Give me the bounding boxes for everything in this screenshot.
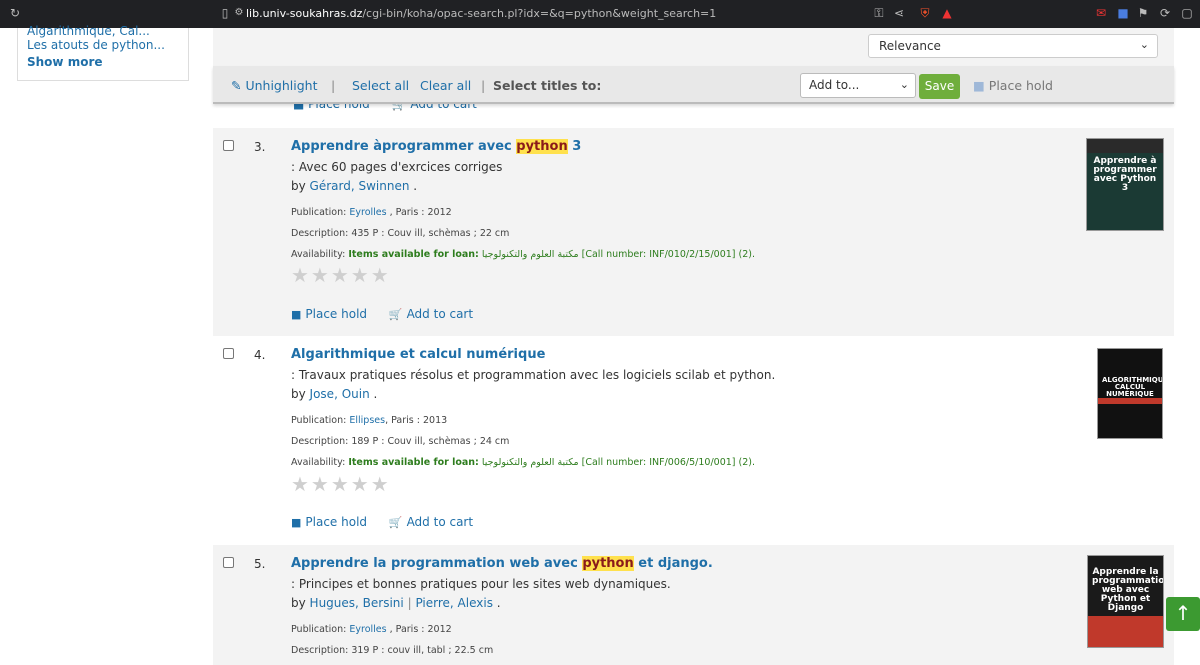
author-link[interactable]: Pierre, Alexis	[415, 596, 493, 610]
rating-stars[interactable]: ★★★★★	[291, 263, 391, 287]
chevron-down-icon: ⌄	[1139, 38, 1149, 51]
chevron-down-icon: ⌄	[899, 78, 909, 91]
result-subtitle: : Avec 60 pages d'exrcices corriges	[291, 160, 503, 174]
publication: Publication: Eyrolles , Paris : 2012	[291, 207, 452, 218]
facet-link[interactable]: Les atouts de python...	[27, 38, 179, 52]
result-subtitle: : Principes et bonnes pratiques pour les…	[291, 577, 671, 591]
window-icon[interactable]: ▢	[1180, 6, 1194, 20]
facet-box: Algarithmique, Cal... Les atouts de pyth…	[17, 24, 189, 81]
result-author: by Hugues, Bersini | Pierre, Alexis .	[291, 596, 501, 610]
author-link[interactable]: Gérard, Swinnen	[310, 179, 410, 193]
pencil-icon: ✎	[231, 78, 242, 93]
publisher-link[interactable]: Eyrolles	[349, 207, 386, 218]
place-hold-button[interactable]: ■ Place hold	[973, 78, 1053, 93]
description: Description: 319 P : couv ill, tabl ; 22…	[291, 645, 494, 656]
result-subtitle: : Travaux pratiques résolus et programma…	[291, 368, 776, 382]
selection-toolbar: ✎ Unhighlight | Select all Clear all | S…	[213, 66, 1174, 104]
publication: Publication: Eyrolles , Paris : 2012	[291, 624, 452, 635]
select-titles-label: Select titles to:	[493, 78, 602, 93]
add-to-cart-link[interactable]: Add to cart	[407, 307, 474, 321]
back-to-top-button[interactable]: ↑	[1166, 597, 1200, 631]
cover-text: Apprendre la programmation web avec Pyth…	[1092, 567, 1164, 613]
book-cover[interactable]: ALGORITHMIQUE CALCUL NUMÉRIQUE	[1097, 348, 1163, 439]
share-icon[interactable]: ⋖	[892, 6, 906, 20]
key-icon[interactable]: ⚿	[872, 6, 886, 20]
add-to-cart-link[interactable]: Add to cart	[407, 515, 474, 529]
facet-item-cut[interactable]: Algarithmique, Cal...	[27, 24, 150, 38]
save-button[interactable]: Save	[919, 74, 960, 99]
publisher-link[interactable]: Eyrolles	[349, 624, 386, 635]
cover-text: Apprendre à programmer avec Python 3	[1093, 156, 1157, 193]
result-actions: ■ Place hold 🛒 Add to cart	[291, 515, 491, 529]
result-title-link[interactable]: Apprendre la programmation web avec pyth…	[291, 556, 713, 571]
result-item: 3. Apprendre àprogrammer avec python 3 :…	[213, 128, 1174, 336]
result-author: by Jose, Ouin .	[291, 387, 378, 401]
cover-text: ALGORITHMIQUE CALCUL NUMÉRIQUE	[1102, 376, 1163, 398]
reload-icon[interactable]: ↻	[8, 6, 22, 20]
result-title-link[interactable]: Algarithmique et calcul numérique	[291, 347, 545, 362]
extension-icon[interactable]: ✉	[1094, 6, 1108, 20]
site-info-icon[interactable]: ⚙	[232, 6, 246, 20]
result-item: 5. Apprendre la programmation web avec p…	[213, 545, 1174, 665]
clear-all-link[interactable]: Clear all	[420, 78, 471, 93]
select-checkbox[interactable]	[223, 348, 234, 359]
author-link[interactable]: Jose, Ouin	[310, 387, 370, 401]
place-hold-link[interactable]: Place hold	[305, 307, 367, 321]
select-checkbox[interactable]	[223, 140, 234, 151]
cart-icon: 🛒	[388, 308, 403, 321]
result-item: 4. Algarithmique et calcul numérique : T…	[213, 336, 1174, 545]
bookmark-icon: ■	[973, 78, 985, 93]
description: Description: 189 P : Couv ill, schèmas ;…	[291, 436, 510, 447]
publication: Publication: Ellipses, Paris : 2013	[291, 415, 448, 426]
result-title-link[interactable]: Apprendre àprogrammer avec python 3	[291, 139, 581, 154]
separator: |	[331, 78, 336, 93]
availability: Availability: Items available for loan: …	[291, 457, 756, 468]
book-cover[interactable]: Apprendre à programmer avec Python 3	[1086, 138, 1164, 231]
result-author: by Gérard, Swinnen .	[291, 179, 418, 193]
address-bar[interactable]: lib.univ-soukahras.dz/cgi-bin/koha/opac-…	[246, 7, 716, 20]
result-number: 4.	[254, 348, 266, 362]
show-more-link[interactable]: Show more	[27, 55, 179, 69]
add-to-select[interactable]: Add to... ⌄	[800, 73, 916, 98]
brave-rewards-icon[interactable]: ▲	[940, 6, 954, 20]
place-hold-link[interactable]: Place hold	[305, 515, 367, 529]
result-number: 3.	[254, 140, 266, 154]
result-number: 5.	[254, 557, 266, 571]
bookmark-icon[interactable]: ▯	[218, 6, 232, 20]
sort-select[interactable]: Relevance ⌄	[868, 34, 1158, 58]
extension2-icon[interactable]: ■	[1116, 6, 1130, 20]
author-link[interactable]: Hugues, Bersini	[310, 596, 404, 610]
book-cover[interactable]: Apprendre la programmation web avec Pyth…	[1087, 555, 1164, 648]
select-checkbox[interactable]	[223, 557, 234, 568]
bookmark-icon: ■	[291, 516, 302, 529]
availability: Availability: Items available for loan: …	[291, 249, 756, 260]
sync-icon[interactable]: ⟳	[1158, 6, 1172, 20]
browser-toolbar: ↻ ▯ ⚙ lib.univ-soukahras.dz/cgi-bin/koha…	[0, 0, 1200, 28]
description: Description: 435 P : Couv ill, schèmas ;…	[291, 228, 510, 239]
arrow-up-icon: ↑	[1174, 601, 1192, 625]
brave-shield-icon[interactable]: ⛨	[918, 6, 932, 20]
unhighlight-link[interactable]: ✎ Unhighlight	[231, 78, 318, 93]
rating-stars[interactable]: ★★★★★	[291, 472, 391, 496]
cart-icon: 🛒	[388, 516, 403, 529]
bookmark-icon: ■	[291, 308, 302, 321]
extension3-icon[interactable]: ⚑	[1136, 6, 1150, 20]
separator: |	[481, 78, 486, 93]
publisher-link[interactable]: Ellipses	[349, 415, 385, 426]
result-actions: ■ Place hold 🛒 Add to cart	[291, 307, 491, 321]
select-all-link[interactable]: Select all	[352, 78, 409, 93]
